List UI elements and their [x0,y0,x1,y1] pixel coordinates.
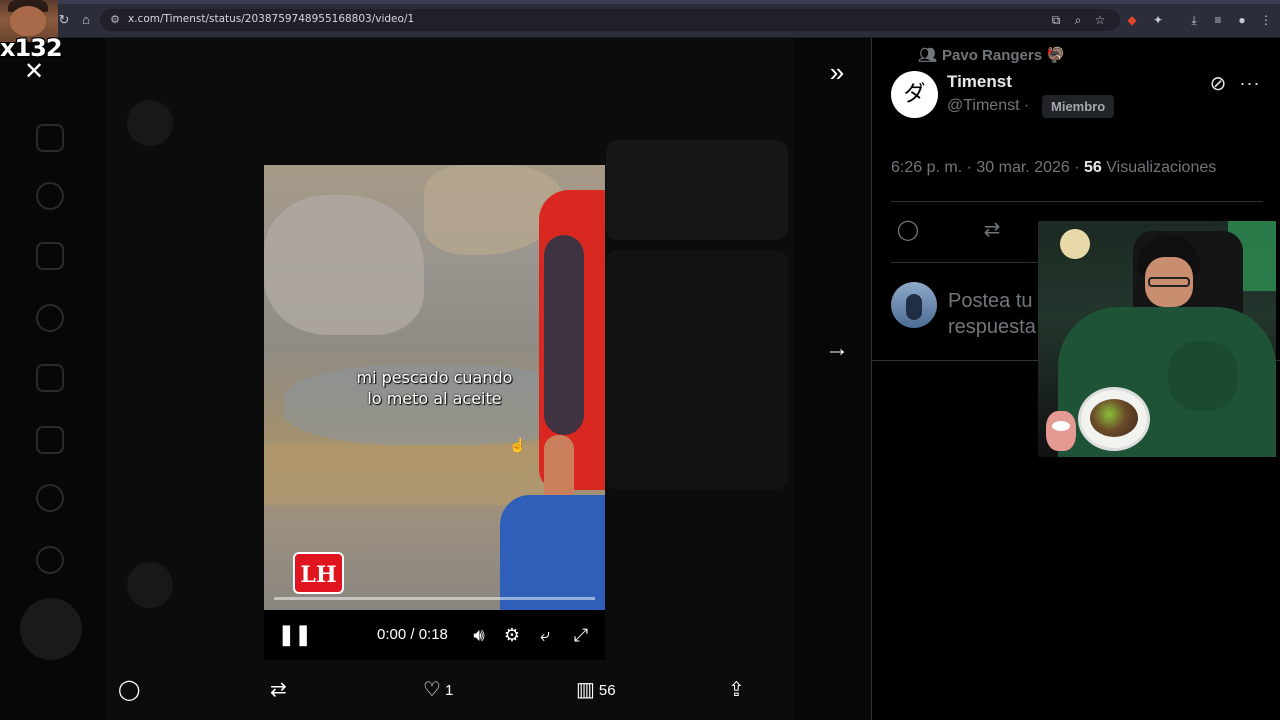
cast-icon[interactable]: ⧉ [1048,12,1064,28]
next-media-icon[interactable]: → [822,334,852,364]
bookmark-star-icon[interactable]: ☆ [1092,12,1108,28]
lh-logo: LH [293,552,344,594]
extension-icon[interactable]: ◆ [1124,12,1140,28]
more-icon[interactable]: ··· [1238,72,1262,96]
author-name[interactable]: Timenst [947,72,1012,92]
author-handle[interactable]: @Timenst · [947,97,1029,115]
fullscreen-icon[interactable]: ⤢ [570,624,592,646]
community-name: Pavo Rangers 🦃 [942,47,1065,64]
views-icon: ▥ [576,679,595,701]
author-avatar[interactable]: ダ [891,71,938,118]
webcam-person-glasses [1148,277,1190,287]
views-label: Visualizaciones [1106,159,1217,176]
bg-avatar [127,100,173,146]
divider [891,201,1263,202]
like-button[interactable]: ♡ 1 [423,676,453,704]
repost-button[interactable]: ⇄ [270,676,287,704]
tweet-meta: 6:26 p. m. · 30 mar. 2026 · 56 Visualiza… [891,159,1216,177]
webcam-food [1090,399,1138,437]
home-icon[interactable]: ⌂ [78,12,94,28]
like-count: 1 [444,681,454,699]
browser-toolbar: ↻ ⌂ ⚙ x.com/Timenst/status/2038759748955… [0,0,1280,38]
expand-panel-icon[interactable]: » [822,58,852,88]
video-time: 0:00 / 0:18 [377,626,448,643]
profile-icon[interactable]: ● [1234,12,1250,28]
reply-button[interactable]: ◯ [118,676,140,704]
zoom-icon[interactable]: ⌕ [1070,12,1086,28]
reload-icon[interactable]: ↻ [56,12,72,28]
caption-line: mi pescado cuando [356,368,513,387]
tweet-timestamp[interactable]: 6:26 p. m. · 30 mar. 2026 · [891,159,1080,176]
video-player[interactable]: mi pescado cuando lo meto al aceite LH ❚… [264,165,605,660]
community-icon: 👥︎ [918,47,938,64]
scene-person-jeans [500,495,605,610]
bg-notifications-icon [36,242,64,270]
repost-icon[interactable]: ⇄ [979,217,1005,243]
video-frame[interactable]: mi pescado cuando lo meto al aceite LH [264,165,605,610]
site-info-icon[interactable]: ⚙ [108,13,122,27]
grok-icon[interactable]: ⊘ [1206,72,1230,96]
video-progress-bar[interactable] [274,597,595,600]
screen: ↻ ⌂ ⚙ x.com/Timenst/status/2038759748955… [0,0,1280,720]
bg-avatar [127,562,173,608]
background-card [606,250,788,490]
url-text: x.com/Timenst/status/2038759748955168803… [128,13,415,25]
extensions-puzzle-icon[interactable]: ✦ [1150,12,1166,28]
caption-line: lo meto al aceite [367,389,502,408]
bg-messages-icon [36,304,64,332]
reply-icon[interactable]: ◯ [895,217,921,243]
volume-icon[interactable]: 🔊︎ [468,624,490,646]
reply-input[interactable]: Postea tu respuesta [948,288,1038,342]
settings-gear-icon[interactable]: ⚙ [501,624,523,646]
bg-profile-icon [36,484,64,512]
scene-rocks [264,195,424,335]
media-control-icon[interactable]: ≡ [1210,12,1226,28]
views-button[interactable]: ▥ 56 [576,676,616,704]
member-badge: Miembro [1042,95,1115,118]
bg-lists-icon [36,426,64,454]
streamer-webcam [1038,221,1276,457]
pause-icon[interactable]: ❚❚ [278,624,312,646]
bg-compose-button [20,598,82,660]
community-label[interactable]: 👥︎ Pavo Rangers 🦃 [918,46,1065,64]
close-icon[interactable]: ✕ [22,60,46,84]
video-caption: mi pescado cuando lo meto al aceite [264,367,605,409]
share-icon: ⇪ [728,679,745,701]
webcam-person-arm [1168,341,1238,411]
heart-icon: ♡ [423,679,441,701]
user-avatar[interactable] [891,282,937,328]
view-count: 56 [598,681,616,699]
views-count: 56 [1084,159,1102,176]
pig-sticker [1046,411,1076,451]
download-icon[interactable]: ⤓ [1186,12,1202,28]
mouse-cursor: ☝ [509,437,527,453]
bg-home-icon [36,124,64,152]
webcam-lamp [1060,229,1090,259]
bg-more-icon [36,546,64,574]
background-card [606,140,788,240]
browser-menu-icon[interactable]: ⋮ [1258,12,1274,28]
bg-grok-icon [36,364,64,392]
picture-in-picture-icon[interactable]: ⤶ [534,624,556,646]
cam-face [10,6,46,36]
video-controls: ❚❚ 0:00 / 0:18 🔊︎ ⚙ ⤶ ⤢ [264,610,605,660]
share-button[interactable]: ⇪ [728,676,745,704]
reply-icon: ◯ [118,679,141,701]
tab-strip [0,0,1280,4]
repost-icon: ⇄ [270,679,287,701]
bg-search-icon [36,182,64,210]
address-bar[interactable]: ⚙ x.com/Timenst/status/20387597489551688… [100,9,1120,31]
